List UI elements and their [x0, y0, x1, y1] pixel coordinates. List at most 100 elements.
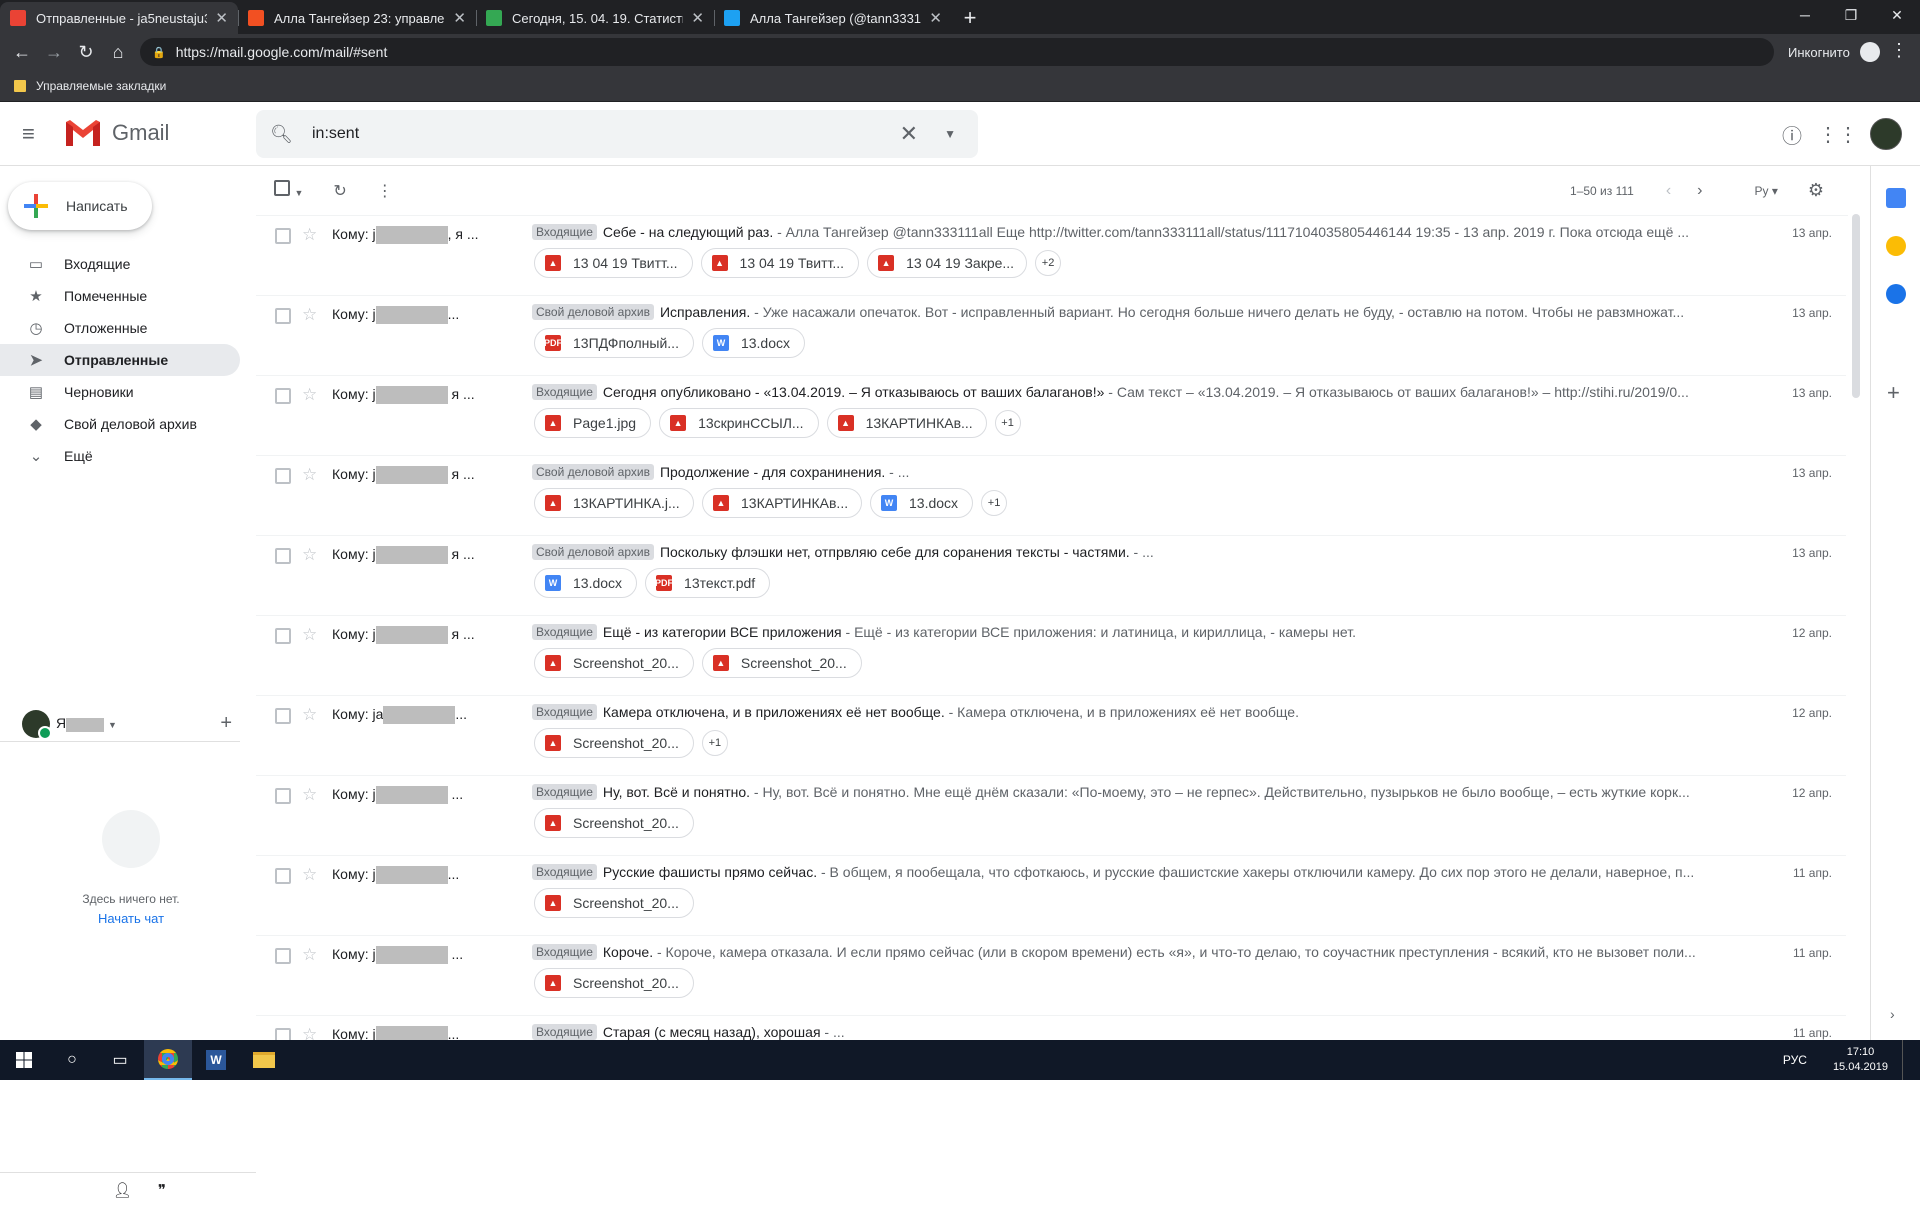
row-checkbox[interactable] [275, 468, 291, 484]
star-icon[interactable]: ☆ [302, 625, 317, 645]
more-attachments-badge[interactable]: +1 [994, 410, 1021, 436]
attachment-chip[interactable]: PDF 13текст.pdf [645, 568, 771, 598]
apps-grid-icon[interactable]: ⋮⋮ [1818, 114, 1858, 154]
help-icon[interactable]: ⓘ [1772, 114, 1812, 154]
label-badge[interactable]: Входящие [532, 1024, 597, 1040]
new-chat-plus-icon[interactable]: + [220, 712, 232, 735]
keyboard-language[interactable]: РУС [1783, 1053, 1807, 1067]
email-row[interactable]: ☆ Кому: j... Входящие Старая (с месяц назад… [256, 1016, 1846, 1040]
more-attachments-badge[interactable]: +1 [981, 490, 1008, 516]
restore-button[interactable]: ❐ [1828, 0, 1874, 30]
attachment-chip[interactable]: ▲ 13КАРТИНКАв... [826, 408, 987, 438]
list-scrollbar[interactable] [1852, 214, 1860, 398]
row-checkbox[interactable] [275, 228, 291, 244]
start-button[interactable] [0, 1040, 48, 1080]
sidebar-item-inbox[interactable]: ▭ Входящие [0, 248, 240, 280]
chat-self-row[interactable]: Я ▼ + [0, 706, 240, 742]
refresh-icon[interactable]: ↻ [333, 181, 346, 201]
search-icon[interactable]: 🔍︎ [270, 124, 294, 145]
tab-close-icon[interactable]: ✕ [691, 9, 704, 27]
email-row[interactable]: ☆ Кому: j... Входящие Русские фашисты прямо… [256, 856, 1846, 936]
more-attachments-badge[interactable]: +2 [1035, 250, 1062, 276]
expand-panel-icon[interactable]: › [1890, 1006, 1895, 1022]
star-icon[interactable]: ☆ [302, 865, 317, 885]
new-tab-button[interactable]: + [952, 2, 988, 34]
star-icon[interactable]: ☆ [302, 1025, 317, 1040]
search-input[interactable]: in:sent [312, 125, 900, 143]
label-badge[interactable]: Входящие [532, 624, 597, 640]
browser-menu-icon[interactable]: ⋮ [1890, 40, 1908, 61]
home-button[interactable]: ⌂ [102, 36, 134, 68]
star-icon[interactable]: ☆ [302, 385, 317, 405]
back-button[interactable]: ← [6, 36, 38, 68]
bookmark-managed[interactable]: Управляемые закладки [36, 79, 166, 93]
explorer-taskbar-icon[interactable] [240, 1040, 288, 1080]
close-window-button[interactable]: ✕ [1874, 0, 1920, 30]
attachment-chip[interactable]: ▲ Screenshot_20... [534, 808, 694, 838]
star-icon[interactable]: ☆ [302, 465, 317, 485]
row-checkbox[interactable] [275, 708, 291, 724]
attachment-chip[interactable]: ▲ 13КАРТИНКАв... [702, 488, 862, 518]
browser-tab[interactable]: Алла Тангейзер (@tann333111a ✕ [714, 2, 952, 34]
attachment-chip[interactable]: ▲ Screenshot_20... [534, 728, 694, 758]
sidebar-item-draft[interactable]: ▤ Черновики [0, 376, 240, 408]
label-badge[interactable]: Входящие [532, 784, 597, 800]
attachment-chip[interactable]: ▲ Page1.jpg [534, 408, 652, 438]
gmail-logo[interactable]: Gmail [64, 118, 169, 148]
next-page-icon[interactable]: › [1697, 182, 1702, 200]
more-attachments-badge[interactable]: +1 [701, 730, 728, 756]
sidebar-item-chevron-down[interactable]: ⌄ Ещё [0, 440, 240, 472]
compose-button[interactable]: Написать [8, 182, 152, 230]
row-checkbox[interactable] [275, 388, 291, 404]
email-row[interactable]: ☆ Кому: ja... Входящие Камера отключена, и … [256, 696, 1846, 776]
row-checkbox[interactable] [275, 788, 291, 804]
star-icon[interactable]: ☆ [302, 545, 317, 565]
url-field[interactable]: 🔒 https://mail.google.com/mail/#sent [140, 38, 1774, 66]
email-row[interactable]: ☆ Кому: j ... Входящие Короче. - Короче, ка… [256, 936, 1846, 1016]
label-badge[interactable]: Входящие [532, 944, 597, 960]
email-row[interactable]: ☆ Кому: j я ... Свой деловой архив Продолже… [256, 456, 1846, 536]
row-checkbox[interactable] [275, 628, 291, 644]
star-icon[interactable]: ☆ [302, 945, 317, 965]
show-desktop-button[interactable] [1902, 1040, 1908, 1080]
keep-icon[interactable] [1886, 236, 1906, 256]
chrome-taskbar-icon[interactable] [144, 1040, 192, 1080]
label-badge[interactable]: Входящие [532, 384, 597, 400]
sidebar-item-label[interactable]: ◆ Свой деловой архив [0, 408, 240, 440]
contacts-icon[interactable]: 👤︎ [113, 1181, 132, 1199]
word-taskbar-icon[interactable]: W [192, 1040, 240, 1080]
input-language-button[interactable]: Ру ▾ [1728, 184, 1777, 198]
label-badge[interactable]: Входящие [532, 864, 597, 880]
sidebar-item-star[interactable]: ★ Помеченные [0, 280, 240, 312]
row-checkbox[interactable] [275, 308, 291, 324]
sidebar-item-clock[interactable]: ◷ Отложенные [0, 312, 240, 344]
calendar-icon[interactable] [1886, 188, 1906, 208]
label-badge[interactable]: Входящие [532, 704, 597, 720]
label-badge[interactable]: Свой деловой архив [532, 464, 654, 480]
label-badge[interactable]: Входящие [532, 224, 597, 240]
star-icon[interactable]: ☆ [302, 785, 317, 805]
attachment-chip[interactable]: PDF 13ПДФполный... [534, 328, 694, 358]
email-row[interactable]: ☆ Кому: j... Свой деловой архив Исправления… [256, 296, 1846, 376]
attachment-chip[interactable]: ▲ 13 04 19 Закре... [867, 248, 1028, 278]
attachment-chip[interactable]: ▲ 13 04 19 Твитт... [700, 248, 860, 278]
more-actions-icon[interactable]: ⋮ [377, 181, 393, 201]
add-addon-icon[interactable]: + [1887, 380, 1900, 406]
email-row[interactable]: ☆ Кому: j, я ... Входящие Себе - на следующ… [256, 216, 1846, 296]
attachment-chip[interactable]: W 13.docx [870, 488, 974, 518]
tab-close-icon[interactable]: ✕ [453, 9, 466, 27]
browser-tab[interactable]: Отправленные - ja5neustaju3by ✕ [0, 2, 238, 34]
email-row[interactable]: ☆ Кому: j я ... Свой деловой архив Поскольк… [256, 536, 1846, 616]
row-checkbox[interactable] [275, 948, 291, 964]
main-menu-icon[interactable]: ≡ [22, 122, 46, 146]
attachment-chip[interactable]: ▲ Screenshot_20... [534, 648, 694, 678]
reload-button[interactable]: ↻ [70, 36, 102, 68]
chevron-down-icon[interactable]: ▼ [108, 720, 117, 730]
label-badge[interactable]: Свой деловой архив [532, 304, 654, 320]
attachment-chip[interactable]: ▲ Screenshot_20... [534, 888, 694, 918]
sidebar-item-send[interactable]: ➤ Отправленные [0, 344, 240, 376]
browser-tab[interactable]: Сегодня, 15. 04. 19. Статистика ✕ [476, 2, 714, 34]
incognito-indicator[interactable]: Инкогнито [1788, 40, 1880, 64]
attachment-chip[interactable]: W 13.docx [701, 328, 806, 358]
row-checkbox[interactable] [275, 868, 291, 884]
